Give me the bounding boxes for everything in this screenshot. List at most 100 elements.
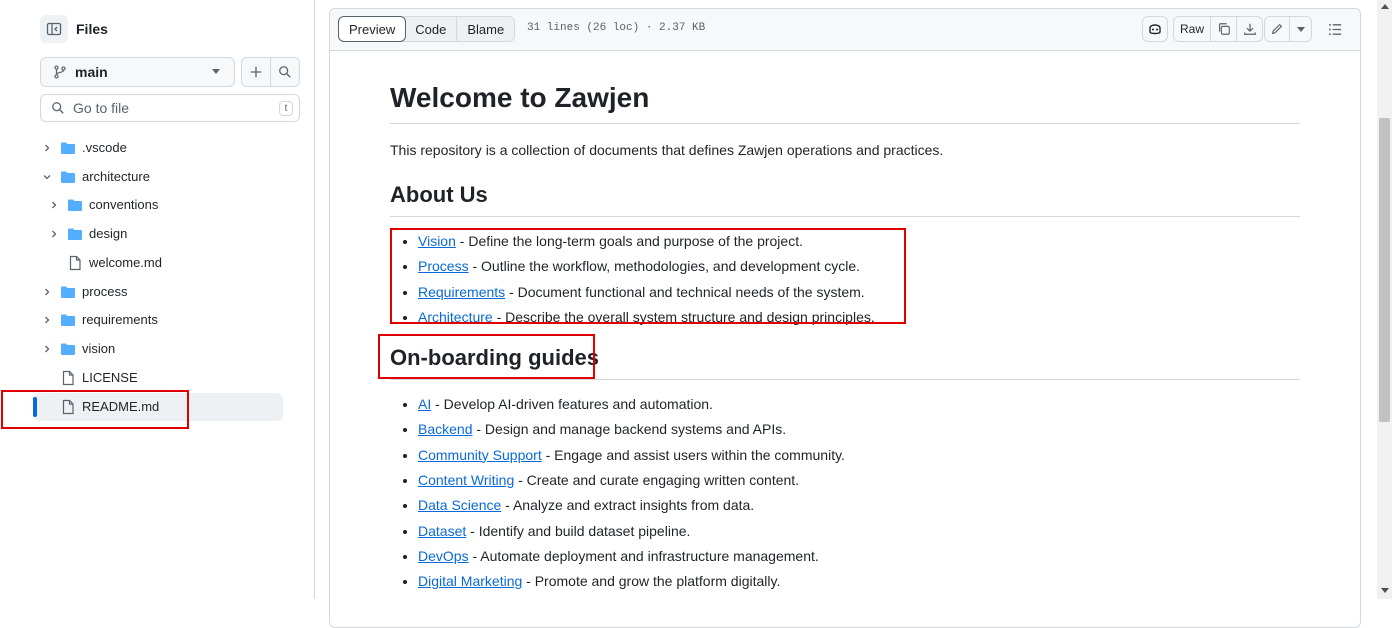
raw-button[interactable]: Raw [1174, 17, 1210, 41]
doc-link-ai[interactable]: AI [418, 396, 431, 412]
chevron-down-icon[interactable] [40, 170, 54, 184]
list-item-description: - Engage and assist users within the com… [541, 446, 845, 463]
sidebar-collapse-button[interactable] [40, 15, 68, 43]
folder-icon [60, 284, 76, 300]
chevron-right-icon[interactable] [40, 141, 54, 155]
tree-item-conventions[interactable]: conventions [47, 190, 158, 219]
list-item: Backend - Design and manage backend syst… [418, 419, 1300, 444]
page-scrollbar[interactable] [1377, 0, 1392, 599]
go-to-file-input[interactable] [73, 100, 263, 116]
list-item: Data Science - Analyze and extract insig… [418, 495, 1300, 520]
list-item: AI - Develop AI-driven features and auto… [418, 394, 1300, 419]
sidebar-actions [241, 57, 300, 87]
list-item-description: - Analyze and extract insights from data… [501, 497, 755, 514]
tree-item-label: conventions [89, 197, 159, 212]
plus-icon [250, 66, 262, 78]
doc-intro: This repository is a collection of docum… [390, 142, 944, 158]
chevron-right-icon[interactable] [47, 198, 61, 212]
about-heading: About Us [390, 182, 1300, 217]
tab-blame[interactable]: Blame [456, 17, 514, 41]
tree-item-label: vision [82, 341, 116, 356]
file-viewer: Preview Code Blame 31 lines (26 loc) · 2… [329, 8, 1361, 628]
files-title: Files [76, 21, 108, 37]
tree-item-license[interactable]: LICENSE [40, 363, 138, 392]
chevron-right-icon[interactable] [40, 285, 54, 299]
tab-code[interactable]: Code [405, 17, 456, 41]
scroll-up-arrow[interactable] [1381, 4, 1389, 9]
doc-link-process[interactable]: Process [418, 258, 469, 274]
pencil-icon [1272, 23, 1283, 35]
list-item-description: - Automate deployment and infrastructure… [468, 547, 819, 564]
sidebar-collapse-icon [46, 22, 62, 36]
add-file-button[interactable] [242, 58, 270, 86]
list-item: Digital Marketing - Promote and grow the… [418, 571, 1300, 596]
download-button[interactable] [1236, 17, 1262, 41]
onboarding-heading: On-boarding guides [390, 345, 1300, 381]
copy-button[interactable] [1210, 17, 1236, 41]
folder-icon [67, 226, 83, 242]
doc-link-requirements[interactable]: Requirements [418, 284, 505, 300]
about-list: Vision - Define the long-term goals and … [390, 231, 1300, 332]
folder-open-icon [60, 169, 76, 185]
list-item-description: - Describe the overall system structure … [492, 308, 875, 325]
tree-item-welcome-md[interactable]: welcome.md [47, 248, 162, 277]
list-item-description: - Document functional and technical need… [505, 283, 865, 300]
file-icon [60, 370, 76, 386]
tree-item-readme-md[interactable]: README.md [40, 392, 159, 421]
tree-item-process[interactable]: process [40, 277, 128, 306]
doc-link-devops[interactable]: DevOps [418, 548, 469, 564]
chevron-right-icon[interactable] [47, 227, 61, 241]
copilot-button[interactable] [1142, 16, 1168, 42]
doc-link-data-science[interactable]: Data Science [418, 497, 501, 513]
edit-dropdown-button[interactable] [1289, 17, 1311, 41]
chevron-right-icon[interactable] [40, 313, 54, 327]
doc-link-architecture[interactable]: Architecture [418, 309, 493, 325]
go-to-file-field[interactable]: t [40, 94, 300, 122]
file-sidebar: Files main t [0, 0, 315, 599]
tree-item-vscode[interactable]: .vscode [40, 133, 127, 162]
copy-icon [1218, 23, 1230, 35]
copilot-icon [1149, 24, 1161, 35]
chevron-right-icon[interactable] [40, 342, 54, 356]
scroll-thumb[interactable] [1379, 118, 1390, 422]
edit-button[interactable] [1265, 17, 1289, 41]
tab-preview[interactable]: Preview [338, 16, 407, 42]
tree-item-label: LICENSE [82, 370, 138, 385]
outline-icon [1328, 23, 1341, 35]
outline-button[interactable] [1322, 16, 1348, 42]
tree-item-architecture[interactable]: architecture [40, 162, 150, 191]
branch-name: main [75, 64, 108, 80]
tree-item-design[interactable]: design [47, 219, 127, 248]
doc-link-digital-marketing[interactable]: Digital Marketing [418, 573, 522, 589]
branch-selector[interactable]: main [40, 57, 235, 87]
list-item-description: - Outline the workflow, methodologies, a… [468, 258, 861, 275]
tree-item-requirements[interactable]: requirements [40, 305, 158, 334]
tree-item-label: process [82, 284, 128, 299]
list-item: Requirements - Document functional and t… [418, 282, 1300, 307]
doc-link-dataset[interactable]: Dataset [418, 523, 466, 539]
tree-item-label: .vscode [82, 140, 127, 155]
download-icon [1243, 23, 1256, 35]
list-item-description: - Create and curate engaging written con… [514, 472, 800, 489]
tree-item-vision[interactable]: vision [40, 334, 115, 363]
list-item: Community Support - Engage and assist us… [418, 445, 1300, 470]
list-item-description: - Develop AI-driven features and automat… [431, 396, 713, 413]
scroll-down-arrow[interactable] [1381, 588, 1389, 593]
doc-link-vision[interactable]: Vision [418, 233, 456, 249]
file-icon [67, 255, 83, 271]
doc-link-content-writing[interactable]: Content Writing [418, 472, 514, 488]
doc-link-community-support[interactable]: Community Support [418, 447, 542, 463]
file-info: 31 lines (26 loc) · 2.37 KB [527, 22, 706, 34]
file-icon [60, 399, 76, 415]
chevron-down-icon [1296, 26, 1305, 32]
tree-item-label: welcome.md [89, 255, 162, 270]
shortcut-key: t [279, 101, 293, 116]
search-button[interactable] [270, 58, 299, 86]
folder-icon [67, 197, 83, 213]
list-item-description: - Design and manage backend systems and … [472, 421, 787, 438]
list-item: Process - Outline the workflow, methodol… [418, 256, 1300, 281]
doc-link-backend[interactable]: Backend [418, 421, 472, 437]
list-item-description: - Define the long-term goals and purpose… [455, 233, 803, 249]
